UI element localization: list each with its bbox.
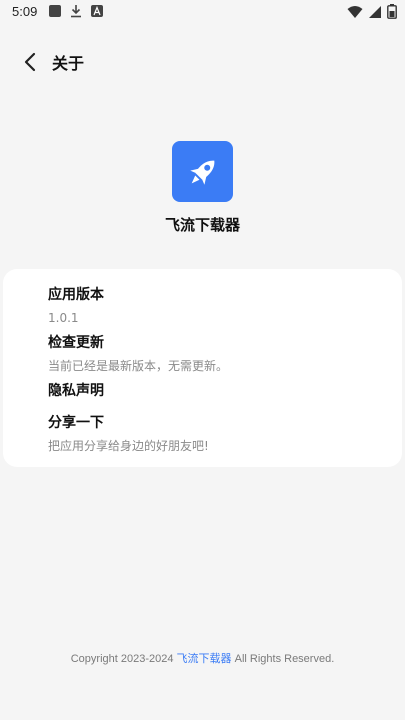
item-subtitle: 当前已经是最新版本，无需更新。	[48, 359, 229, 373]
chevron-left-icon	[24, 52, 36, 72]
item-subtitle: 1.0.1	[48, 311, 79, 325]
footer: Copyright 2023-2024 飞流下载器 All Rights Res…	[0, 650, 405, 666]
status-time: 5:09	[12, 4, 38, 19]
download-icon	[71, 5, 81, 18]
footer-rights: All Rights Reserved.	[234, 653, 335, 665]
about-card: 应用版本 1.0.1 检查更新 当前已经是最新版本，无需更新。 隐私声明 分享一…	[3, 269, 402, 467]
back-button[interactable]	[16, 48, 44, 76]
item-title: 分享一下	[48, 415, 104, 431]
page-title: 关于	[52, 54, 85, 73]
app-square-icon	[49, 5, 61, 17]
list-item-check-update[interactable]: 检查更新 当前已经是最新版本，无需更新。	[48, 334, 228, 374]
signal-icon	[369, 5, 381, 18]
list-item-share[interactable]: 分享一下 把应用分享给身边的好朋友吧!	[48, 414, 209, 454]
app-name: 飞流下载器	[164, 216, 240, 234]
battery-icon	[387, 4, 397, 19]
item-title: 检查更新	[48, 335, 104, 351]
footer-app-link[interactable]: 飞流下载器	[177, 653, 232, 665]
footer-copyright: Copyright 2023-2024	[70, 653, 174, 665]
list-item-version[interactable]: 应用版本 1.0.1	[48, 286, 104, 326]
item-subtitle: 把应用分享给身边的好朋友吧!	[48, 439, 209, 453]
status-left-icons	[48, 4, 104, 18]
app-logo	[172, 141, 233, 202]
status-bar: 5:09	[0, 0, 405, 24]
wifi-icon	[347, 5, 363, 18]
list-item-privacy[interactable]: 隐私声明	[48, 382, 104, 400]
item-title: 隐私声明	[48, 383, 104, 399]
rocket-icon	[189, 160, 214, 185]
header: 关于	[0, 40, 405, 80]
item-title: 应用版本	[48, 287, 104, 303]
app-a-icon	[91, 5, 103, 17]
status-right-icons	[347, 4, 397, 19]
